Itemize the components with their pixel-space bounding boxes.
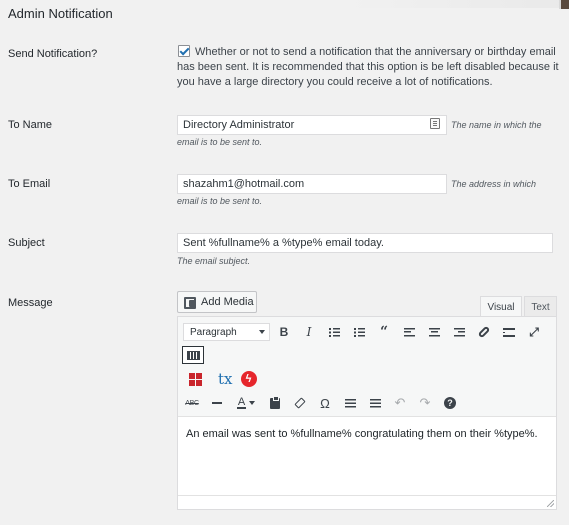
editor-plugin-row: tx ϟ <box>178 367 257 391</box>
format-select[interactable]: Paragraph <box>183 323 270 341</box>
italic-button[interactable]: I <box>298 321 320 343</box>
paste-text-button[interactable] <box>264 392 286 414</box>
message-content: An email was sent to %fullname% congratu… <box>186 428 538 440</box>
message-label: Message <box>8 297 53 309</box>
align-right-icon <box>453 327 465 337</box>
undo-button[interactable]: ↶ <box>389 392 411 414</box>
outdent-icon <box>344 398 356 408</box>
align-left-button[interactable] <box>398 321 420 343</box>
link-icon <box>477 325 491 339</box>
numbered-list-icon <box>353 327 365 337</box>
read-more-icon <box>503 327 515 337</box>
outdent-button[interactable] <box>339 392 361 414</box>
bullet-list-icon <box>328 327 340 337</box>
subject-label: Subject <box>8 237 45 249</box>
fullscreen-icon: ⤢ <box>529 324 539 339</box>
send-notification-description: Whether or not to send a notification th… <box>177 46 559 88</box>
keyboard-icon <box>186 350 200 360</box>
text-color-button[interactable]: A <box>231 392 261 414</box>
add-media-button[interactable]: Add Media <box>177 291 257 313</box>
bold-icon: B <box>279 325 289 339</box>
subject-input[interactable] <box>177 233 553 253</box>
to-email-description-cont: email is to be sent to. <box>177 196 263 206</box>
add-media-label: Add Media <box>201 296 254 308</box>
send-notification-label: Send Notification? <box>8 48 98 60</box>
bullet-list-button[interactable] <box>323 321 345 343</box>
horizontal-line-button[interactable] <box>206 392 228 414</box>
grid-plugin-icon[interactable] <box>189 372 202 386</box>
undo-icon: ↶ <box>394 395 406 410</box>
editor-toolbar-secondary: ABC A Ω ↶ ↷ ? <box>178 391 556 415</box>
section-title: Admin Notification <box>8 6 113 21</box>
help-icon: ? <box>444 397 456 409</box>
editor-toolbar-primary: Paragraph B I “ ⤢ <box>178 320 556 344</box>
indent-icon <box>369 398 381 408</box>
to-name-description: The name in which the <box>451 120 542 130</box>
subject-description: The email subject. <box>177 256 251 266</box>
indent-button[interactable] <box>364 392 386 414</box>
redo-icon: ↷ <box>419 395 431 410</box>
tab-visual[interactable]: Visual <box>480 296 522 317</box>
numbered-list-button[interactable] <box>348 321 370 343</box>
strikethrough-button[interactable]: ABC <box>181 392 203 414</box>
bolt-plugin-icon[interactable]: ϟ <box>240 371 257 387</box>
to-name-label: To Name <box>8 119 53 131</box>
paste-text-icon <box>270 395 280 409</box>
toolbar-toggle-button[interactable] <box>182 346 204 364</box>
horizontal-line-icon <box>212 402 222 404</box>
resize-handle-icon[interactable] <box>547 500 554 507</box>
clear-formatting-icon <box>294 397 306 409</box>
bold-button[interactable]: B <box>273 321 295 343</box>
blockquote-button[interactable]: “ <box>373 321 395 343</box>
special-character-icon: Ω <box>320 395 330 411</box>
read-more-button[interactable] <box>498 321 520 343</box>
to-name-input[interactable] <box>177 115 447 135</box>
fullscreen-button[interactable]: ⤢ <box>523 321 545 343</box>
strikethrough-icon: ABC <box>185 399 199 407</box>
tx-plugin-icon[interactable]: tx <box>218 370 233 388</box>
align-center-icon <box>428 327 440 337</box>
to-email-description: The address in which <box>451 179 537 189</box>
avatar[interactable] <box>559 0 569 9</box>
redo-button[interactable]: ↷ <box>414 392 436 414</box>
help-button[interactable]: ? <box>439 392 461 414</box>
italic-icon: I <box>306 325 312 339</box>
editor-content-area[interactable]: An email was sent to %fullname% congratu… <box>178 416 556 495</box>
align-center-button[interactable] <box>423 321 445 343</box>
media-icon <box>184 296 197 309</box>
format-select-value: Paragraph <box>190 326 237 338</box>
align-right-button[interactable] <box>448 321 470 343</box>
to-email-input[interactable] <box>177 174 447 194</box>
chevron-down-icon <box>259 330 265 334</box>
link-button[interactable] <box>473 321 495 343</box>
special-character-button[interactable]: Ω <box>314 392 336 414</box>
to-email-label: To Email <box>8 178 51 190</box>
message-editor: Paragraph B I “ ⤢ tx ϟ ABC A Ω ↶ ↷ ? An … <box>177 316 557 510</box>
align-left-icon <box>403 327 415 337</box>
clear-formatting-button[interactable] <box>289 392 311 414</box>
text-color-icon: A <box>236 397 256 409</box>
to-name-description-cont: email is to be sent to. <box>177 137 263 147</box>
admin-bar-fragment <box>349 0 569 8</box>
contact-card-icon[interactable] <box>430 118 440 129</box>
tab-text[interactable]: Text <box>524 296 557 317</box>
editor-status-bar <box>178 495 556 509</box>
blockquote-icon: “ <box>379 324 389 340</box>
